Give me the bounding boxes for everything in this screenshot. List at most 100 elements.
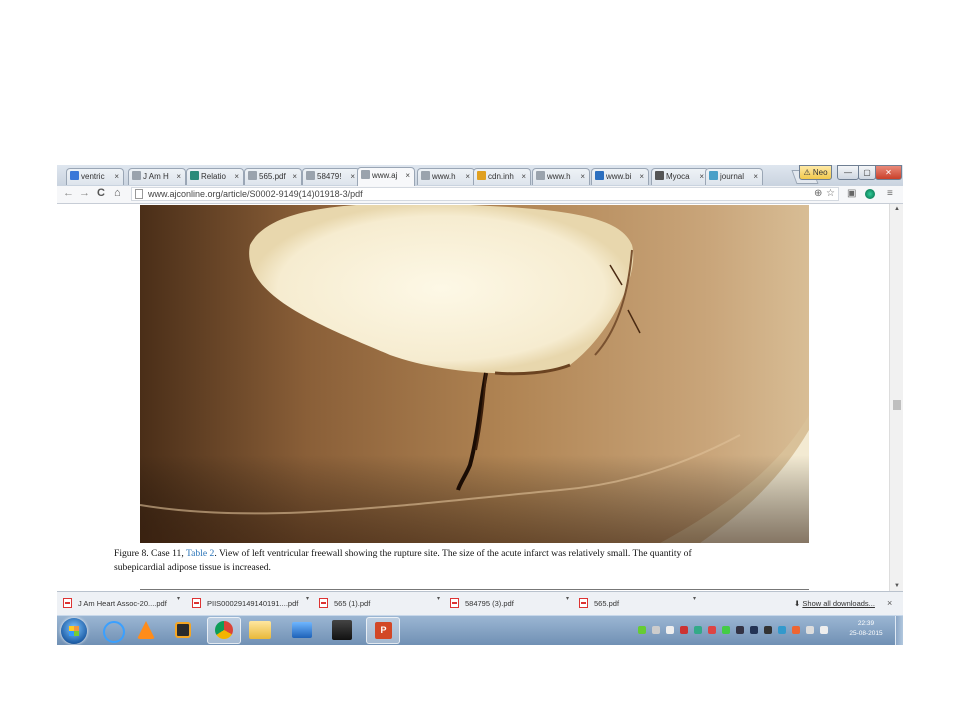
tab-label: www.bi	[606, 172, 632, 181]
tab-close-icon[interactable]: ×	[176, 169, 181, 184]
tab-10[interactable]: www.bi ×	[591, 168, 649, 185]
vertical-scrollbar[interactable]: ▲ ▼	[889, 204, 903, 591]
tray-app-icon[interactable]	[722, 626, 730, 634]
tray-app-icon[interactable]	[694, 626, 702, 634]
tray-app-icon[interactable]	[778, 626, 786, 634]
clock-date: 25-08-2015	[849, 630, 883, 637]
zoom-icon[interactable]: ⊕	[814, 188, 822, 200]
download-menu-chevron-icon[interactable]: ▾	[693, 595, 696, 602]
tab-close-icon[interactable]: ×	[350, 169, 355, 184]
network-app-icon[interactable]	[292, 622, 312, 638]
extension-globe-icon[interactable]	[865, 189, 875, 199]
tab-9[interactable]: www.h ×	[532, 168, 590, 185]
user-profile-button[interactable]: ⚠ Neo	[799, 165, 832, 180]
download-menu-chevron-icon[interactable]: ▾	[306, 595, 309, 602]
scroll-up-icon[interactable]: ▲	[894, 206, 900, 212]
powerpoint-taskbar-button[interactable]: P	[366, 617, 400, 644]
download-menu-chevron-icon[interactable]: ▾	[437, 595, 440, 602]
tray-app-icon[interactable]	[736, 626, 744, 634]
clock[interactable]: 22:39 25-08-2015	[847, 619, 885, 639]
page-icon	[132, 171, 141, 180]
tab-11[interactable]: Myoca ×	[651, 168, 709, 185]
media-player-icon[interactable]	[175, 622, 191, 638]
download-item[interactable]: 565.pdf	[579, 595, 699, 612]
tab-8[interactable]: cdn.inh ×	[473, 168, 531, 185]
tab-12[interactable]: journal ×	[705, 168, 763, 185]
tab-close-icon[interactable]: ×	[292, 169, 297, 184]
tab-close-icon[interactable]: ×	[580, 169, 585, 184]
photo-viewer-icon[interactable]	[332, 620, 352, 640]
bluetooth-icon[interactable]	[750, 626, 758, 634]
show-desktop-button[interactable]	[895, 616, 903, 645]
tab-strip: ventric × J Am H × Relatio × 565.pdf × 58479! × ww…	[57, 165, 903, 187]
volume-icon[interactable]	[820, 626, 828, 634]
tab-7[interactable]: www.h ×	[417, 168, 475, 185]
tray-app-icon[interactable]	[680, 626, 688, 634]
downloads-bar: J Am Heart Assoc-20....pdf ▾ PIIS000291491…	[57, 591, 903, 616]
vlc-icon[interactable]	[137, 621, 155, 639]
browser-toolbar: ← → C ⌂ www.ajconline.org/article/S0002-…	[57, 186, 903, 204]
tab-5[interactable]: 58479! ×	[302, 168, 360, 185]
internet-explorer-icon[interactable]	[103, 621, 125, 643]
tab-3[interactable]: Relatio ×	[186, 168, 244, 185]
table-2-link[interactable]: Table 2	[186, 548, 214, 559]
tray-app-icon[interactable]	[764, 626, 772, 634]
page-icon	[361, 170, 370, 179]
tray-app-icon[interactable]	[792, 626, 800, 634]
tab-close-icon[interactable]: ×	[234, 169, 239, 184]
tray-app-icon[interactable]	[638, 626, 646, 634]
chrome-icon	[215, 621, 233, 639]
download-item[interactable]: 584795 (3).pdf	[450, 595, 572, 612]
tab-1[interactable]: ventric ×	[66, 168, 124, 185]
tab-4[interactable]: 565.pdf ×	[244, 168, 302, 185]
forward-icon[interactable]: →	[79, 187, 90, 199]
chrome-taskbar-button[interactable]	[207, 617, 241, 644]
minimize-button[interactable]: —	[837, 165, 859, 180]
download-filename: 565.pdf	[594, 599, 620, 608]
tab-close-icon[interactable]: ×	[465, 169, 470, 184]
address-bar[interactable]: www.ajconline.org/article/S0002-9149(14)…	[131, 187, 839, 201]
page-icon	[135, 189, 143, 199]
tab-close-icon[interactable]: ×	[753, 169, 758, 184]
start-button[interactable]	[61, 618, 87, 644]
close-downloads-bar-button[interactable]: ×	[887, 595, 892, 612]
extension-icon[interactable]: ▣	[847, 188, 856, 199]
close-window-button[interactable]: ✕	[875, 165, 902, 180]
page-icon	[306, 171, 315, 180]
windows-taskbar: P 22:39 25-08-2015	[57, 615, 903, 645]
maximize-button[interactable]: ▢	[858, 165, 876, 180]
reload-icon[interactable]: C	[97, 187, 105, 199]
figure-image	[140, 205, 809, 543]
tab-close-icon[interactable]: ×	[639, 169, 644, 184]
tray-app-icon[interactable]	[652, 626, 660, 634]
flag-icon[interactable]	[666, 626, 674, 634]
screenshot: ventric × J Am H × Relatio × 565.pdf × 58479! × ww…	[57, 165, 903, 645]
tab-label: Relatio	[201, 172, 226, 181]
tab-6[interactable]: www.aj ×	[357, 167, 415, 186]
scrollbar-thumb[interactable]	[893, 400, 901, 410]
tab-close-icon[interactable]: ×	[521, 169, 526, 184]
back-icon[interactable]: ←	[63, 187, 74, 199]
tray-app-icon[interactable]	[708, 626, 716, 634]
scroll-down-icon[interactable]: ▼	[894, 583, 900, 589]
download-filename: 565 (1).pdf	[334, 599, 371, 608]
tab-close-icon[interactable]: ×	[114, 169, 119, 184]
tab-2[interactable]: J Am H ×	[128, 168, 186, 185]
user-label: Neo	[812, 168, 828, 177]
tab-close-icon[interactable]: ×	[405, 168, 410, 183]
home-icon[interactable]: ⌂	[114, 187, 121, 199]
show-all-downloads-link[interactable]: ⬇ Show all downloads...	[794, 595, 875, 612]
download-item[interactable]: 565 (1).pdf	[319, 595, 443, 612]
bookmark-star-icon[interactable]: ☆	[826, 188, 835, 200]
tab-close-icon[interactable]: ×	[699, 169, 704, 184]
download-item[interactable]: PIIS00029149140191....pdf	[192, 595, 312, 612]
globe-icon	[595, 171, 604, 180]
file-explorer-icon[interactable]	[249, 621, 271, 639]
download-item[interactable]: J Am Heart Assoc-20....pdf	[63, 595, 183, 612]
network-icon[interactable]	[806, 626, 814, 634]
download-menu-chevron-icon[interactable]: ▾	[177, 595, 180, 602]
download-filename: J Am Heart Assoc-20....pdf	[78, 599, 167, 608]
menu-icon[interactable]: ≡	[887, 188, 893, 199]
download-menu-chevron-icon[interactable]: ▾	[566, 595, 569, 602]
ka-icon	[190, 171, 199, 180]
